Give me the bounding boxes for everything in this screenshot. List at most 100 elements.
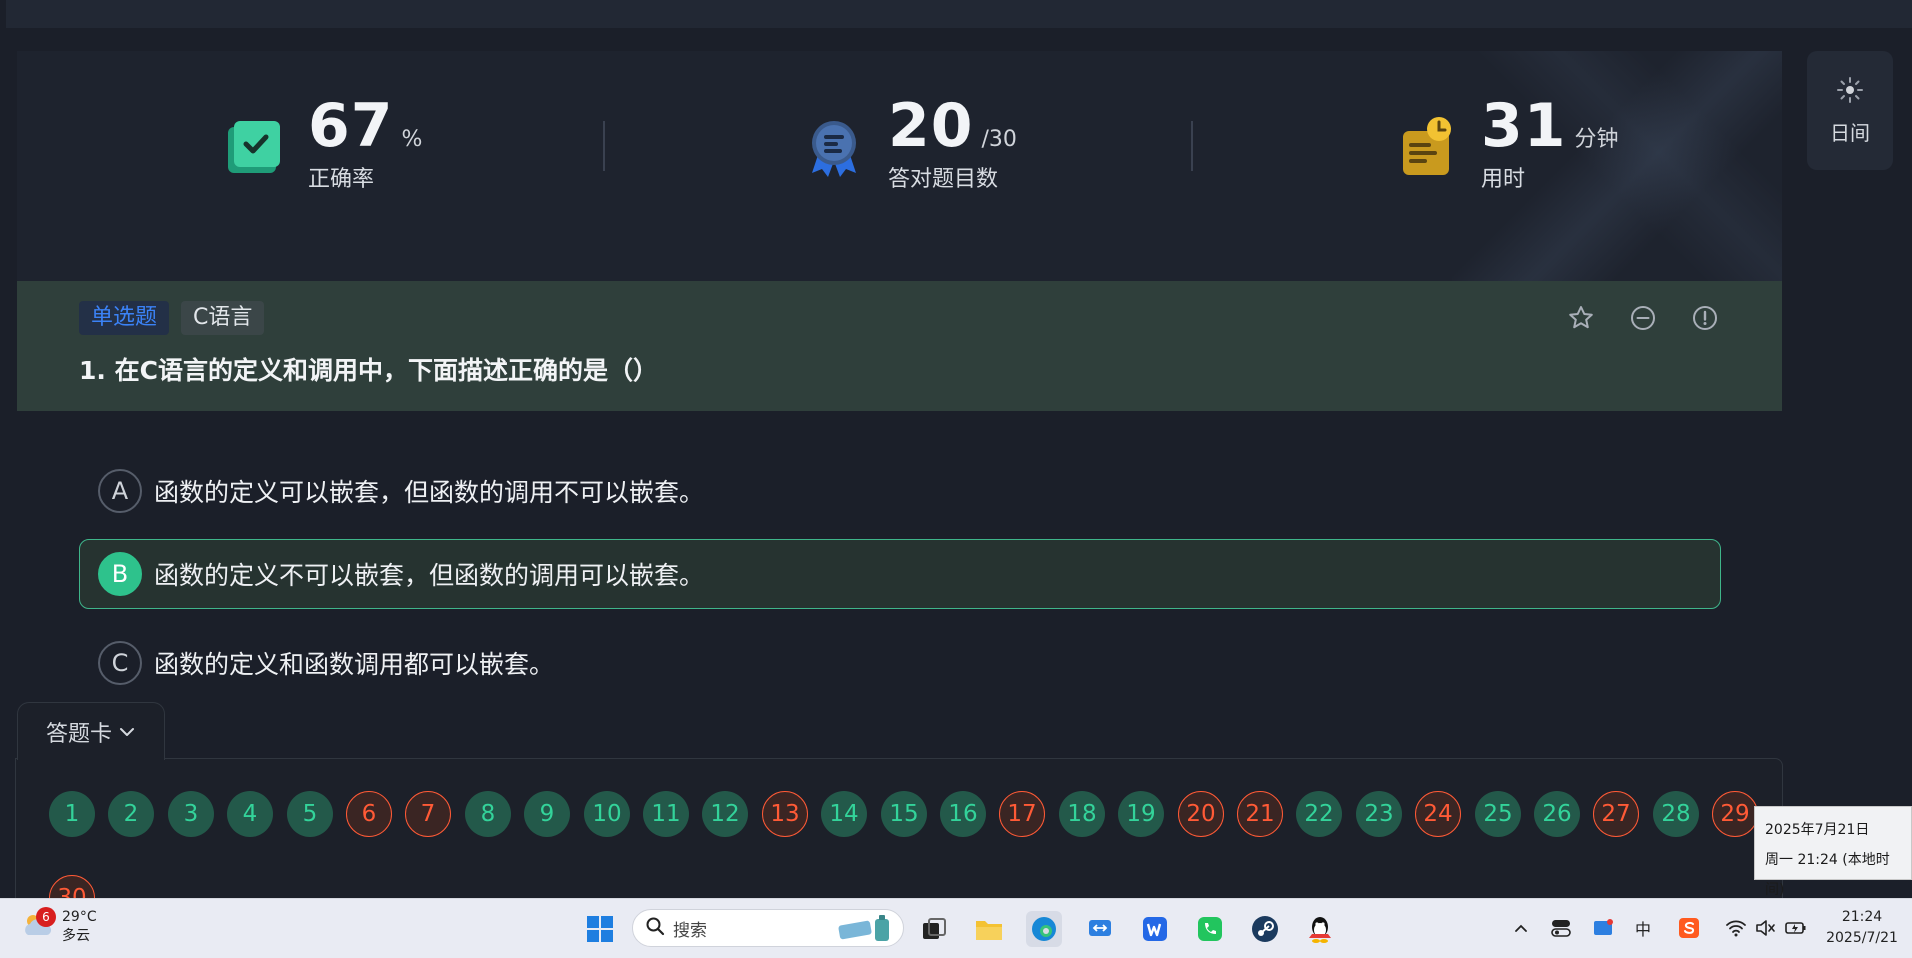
answer-card-item-2[interactable]: 2 [108,791,154,837]
stat-divider [603,121,605,171]
answer-card-item-22[interactable]: 22 [1296,791,1342,837]
weather-desc: 多云 [62,928,90,944]
answer-card-item-7[interactable]: 7 [405,791,451,837]
tooltip-weekday-time: 周一 21:24 (本地时间) [1765,852,1890,898]
weather-badge: 6 [36,907,56,927]
accuracy-value: 67 [308,91,394,161]
toggle-app-icon[interactable] [1548,915,1574,941]
app-root: 67 % 正确率 20 /30 答对题目数 31 分钟 用时 日间 单选题 C语… [0,0,1912,958]
theme-toggle-button[interactable]: 日间 [1807,51,1893,170]
phone-link-icon[interactable] [1192,911,1228,947]
ime-indicator[interactable]: 中 [1630,915,1656,941]
clock-doc-icon [1395,115,1459,179]
remote-app-icon[interactable] [1082,911,1118,947]
answer-card-item-27[interactable]: 27 [1593,791,1639,837]
date-tooltip: 2025年7月21日 周一 21:24 (本地时间) [1754,806,1912,898]
answer-card-item-29[interactable]: 29 [1712,791,1758,837]
accuracy-label: 正确率 [308,167,375,192]
info-circle-icon[interactable] [1690,303,1720,333]
taskbar-search[interactable]: 搜索 [632,909,904,947]
option-letter: B [98,552,142,596]
answer-card-item-18[interactable]: 18 [1059,791,1105,837]
file-explorer-icon[interactable] [971,911,1007,947]
windows-start-icon[interactable] [582,911,618,947]
answer-card-item-24[interactable]: 24 [1415,791,1461,837]
option-c[interactable]: C 函数的定义和函数调用都可以嵌套。 [79,628,1721,698]
task-view-icon[interactable] [916,911,952,947]
award-badge-icon [802,115,866,179]
wifi-icon[interactable] [1723,915,1749,941]
remote-tray-icon[interactable] [1590,915,1616,941]
travel-icon [835,913,895,943]
star-icon[interactable] [1566,303,1596,333]
question-title: 1. 在C语言的定义和调用中，下面描述正确的是（） [79,356,658,385]
option-letter: A [98,469,142,513]
temperature: 29°C [62,909,97,925]
options-list: A 函数的定义可以嵌套，但函数的调用不可以嵌套。 B 函数的定义不可以嵌套，但函… [17,411,1782,741]
taskbar-clock[interactable]: 21:24 2025/7/21 [1818,907,1906,949]
answer-card-item-5[interactable]: 5 [287,791,333,837]
answer-card-item-4[interactable]: 4 [227,791,273,837]
result-stats-panel: 67 % 正确率 20 /30 答对题目数 31 分钟 用时 [17,51,1782,281]
check-book-icon [222,115,286,179]
answer-card-item-17[interactable]: 17 [999,791,1045,837]
answer-card-item-28[interactable]: 28 [1653,791,1699,837]
answer-card-item-13[interactable]: 13 [762,791,808,837]
subject-tag: C语言 [181,301,265,335]
answer-card-item-23[interactable]: 23 [1356,791,1402,837]
top-bar [6,0,1912,28]
answer-card-item-15[interactable]: 15 [881,791,927,837]
option-text: 函数的定义不可以嵌套，但函数的调用可以嵌套。 [154,561,705,590]
answer-card-item-14[interactable]: 14 [821,791,867,837]
time-label: 用时 [1481,167,1526,192]
correct-count-label: 答对题目数 [888,167,999,192]
steam-icon[interactable] [1247,911,1283,947]
stat-divider [1191,121,1193,171]
option-b[interactable]: B 函数的定义不可以嵌套，但函数的调用可以嵌套。 [79,539,1721,609]
answer-card-toggle[interactable]: 答题卡 [17,702,165,760]
answer-card-item-25[interactable]: 25 [1475,791,1521,837]
answer-card-item-6[interactable]: 6 [346,791,392,837]
option-text: 函数的定义和函数调用都可以嵌套。 [154,650,555,679]
time-unit: 分钟 [1574,127,1619,152]
qq-icon[interactable] [1302,911,1338,947]
clock-time: 21:24 [1841,909,1883,925]
sogou-input-icon[interactable] [1676,915,1702,941]
option-letter: C [98,641,142,685]
question-header: 单选题 C语言 1. 在C语言的定义和调用中，下面描述正确的是（） [17,281,1782,411]
minus-circle-icon[interactable] [1628,303,1658,333]
correct-count-value: 20 [888,91,974,161]
answer-card-item-1[interactable]: 1 [49,791,95,837]
option-a[interactable]: A 函数的定义可以嵌套，但函数的调用不可以嵌套。 [79,456,1721,526]
time-value: 31 [1481,91,1567,161]
weather-widget[interactable]: 29°C 多云 [20,907,97,947]
answer-card-item-16[interactable]: 16 [940,791,986,837]
chevron-up-icon[interactable] [1508,915,1534,941]
volume-muted-icon[interactable] [1753,915,1779,941]
search-placeholder: 搜索 [673,920,707,941]
stat-time-used: 31 分钟 用时 [1395,91,1619,201]
answer-card-item-10[interactable]: 10 [584,791,630,837]
answer-card-item-3[interactable]: 3 [168,791,214,837]
stat-correct-count: 20 /30 答对题目数 [802,91,1017,201]
edge-browser-icon[interactable] [1026,911,1062,947]
accuracy-unit: % [401,127,423,152]
answer-card-label: 答题卡 [45,721,112,747]
option-text: 函数的定义可以嵌套，但函数的调用不可以嵌套。 [154,478,705,507]
wps-office-icon[interactable] [1137,911,1173,947]
question-tools [1566,303,1720,333]
stat-accuracy: 67 % 正确率 [222,91,422,201]
answer-card-item-20[interactable]: 20 [1178,791,1224,837]
answer-card-item-19[interactable]: 19 [1118,791,1164,837]
answer-card-item-12[interactable]: 12 [702,791,748,837]
answer-card-item-11[interactable]: 11 [643,791,689,837]
answer-card-item-8[interactable]: 8 [465,791,511,837]
answer-card-item-9[interactable]: 9 [524,791,570,837]
battery-charging-icon[interactable] [1783,915,1809,941]
theme-toggle-label: 日间 [1830,121,1870,145]
correct-count-unit: /30 [981,127,1017,152]
answer-card-item-26[interactable]: 26 [1534,791,1580,837]
chevron-down-icon [118,723,136,741]
answer-card-item-21[interactable]: 21 [1237,791,1283,837]
sun-icon [1835,75,1865,109]
